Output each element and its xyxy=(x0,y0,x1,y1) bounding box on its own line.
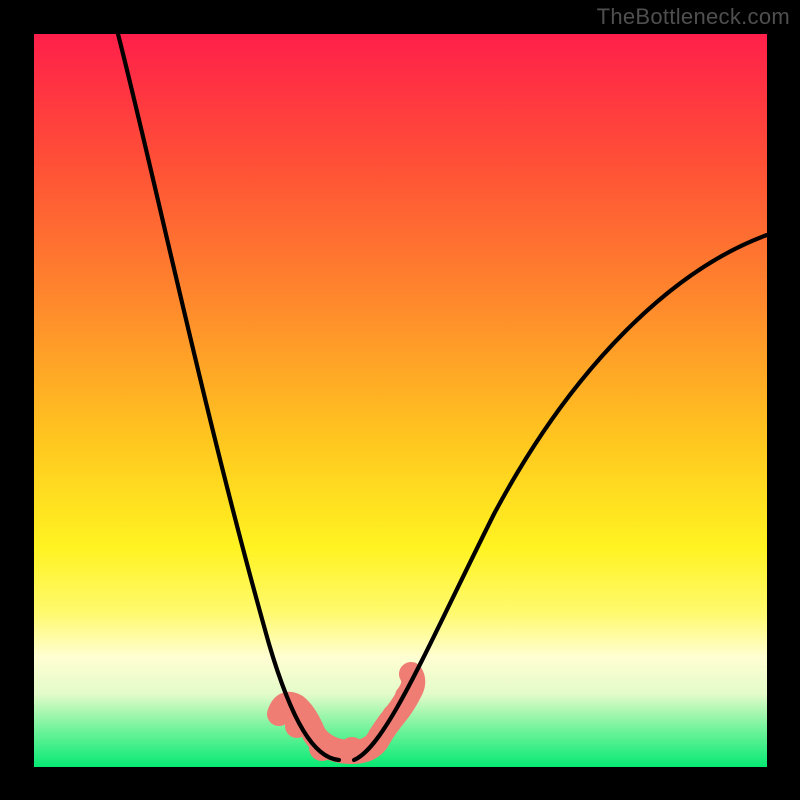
plot-area xyxy=(34,34,767,767)
bead-band xyxy=(277,668,422,763)
bottleneck-curve xyxy=(34,34,767,767)
attribution-text: TheBottleneck.com xyxy=(597,4,790,30)
curve-left xyxy=(118,34,339,760)
chart-frame: TheBottleneck.com xyxy=(0,0,800,800)
